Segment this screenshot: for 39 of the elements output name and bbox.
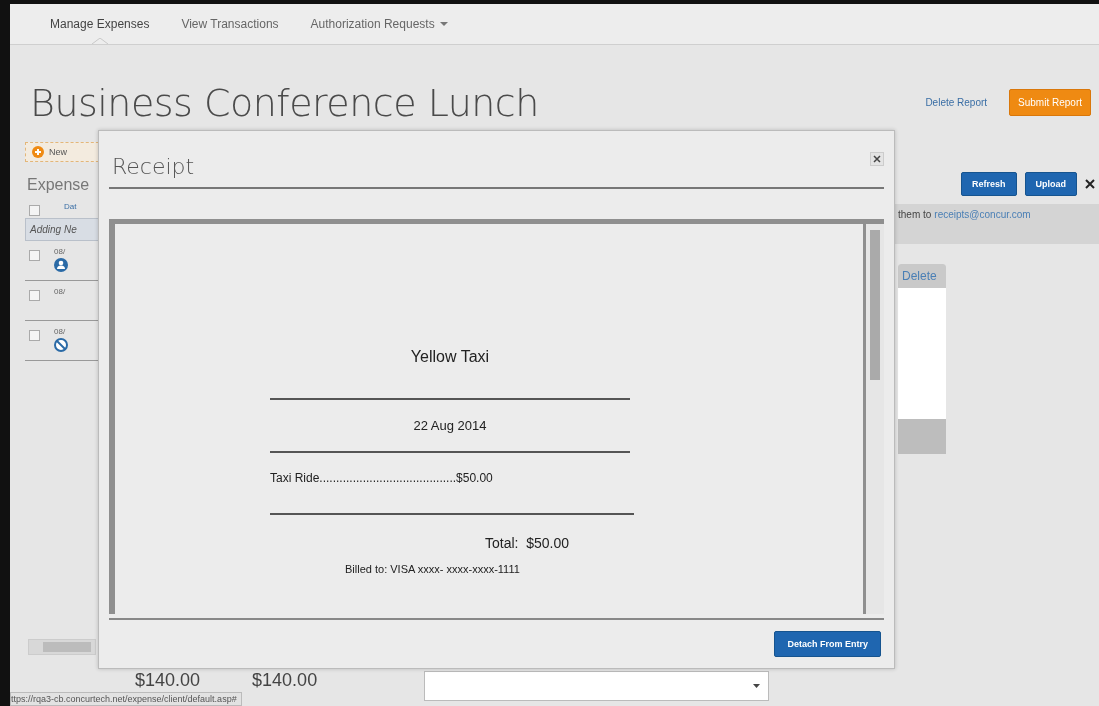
person-icon [54, 258, 68, 272]
close-icon [873, 155, 881, 163]
dialog-title: Receipt [112, 153, 195, 179]
nav-tab[interactable]: Manage Expenses [50, 4, 150, 44]
column-header[interactable]: Dat [64, 202, 77, 216]
date-text: 08/ [54, 247, 67, 256]
panel-button[interactable]: Upload [1024, 172, 1077, 196]
close-icon [1085, 179, 1095, 189]
line-item: Taxi Ride.........................................$50.00 [270, 471, 493, 485]
receipt-date: 22 Aug 2014 [412, 418, 488, 433]
horizontal-scrollbar[interactable] [28, 639, 96, 655]
row-checkbox[interactable] [29, 290, 40, 301]
panel-button[interactable]: Refresh [961, 172, 1017, 196]
detach-button[interactable]: Detach From Entry [774, 631, 881, 657]
report-title: Business Conference Lunch [30, 80, 540, 125]
close-button[interactable] [870, 152, 884, 166]
blocked-icon [54, 338, 68, 352]
total-amount: $140.00 [252, 671, 318, 689]
total-amount: $140.00 [135, 671, 201, 689]
billed-to-text: Billed to: VISA xxxx- xxxx-xxxx-1111 [344, 563, 520, 575]
section-heading: Expense [27, 176, 91, 194]
nav-tab[interactable]: View Transactions [181, 4, 279, 44]
status-url: ttps://rqa3-cb.concurtech.net/expense/client/default.asp# [10, 692, 242, 706]
email-link[interactable]: receipts@concur.com [934, 209, 1031, 244]
plus-icon [32, 146, 44, 158]
nav-tab[interactable]: Authorization Requests [310, 4, 448, 44]
info-text: them to [898, 209, 932, 222]
caret-icon [753, 684, 761, 688]
row-checkbox[interactable] [29, 330, 40, 341]
panel-footer [898, 419, 946, 454]
select-all-checkbox[interactable] [29, 205, 40, 216]
merchant-name: Yellow Taxi [409, 348, 491, 366]
delete-report-link[interactable]: Delete Report [925, 97, 988, 108]
row-checkbox[interactable] [29, 250, 40, 261]
category-dropdown[interactable] [424, 671, 770, 701]
date-text: 08/ [54, 287, 66, 296]
date-text: 08/ [54, 327, 67, 336]
receipt-total: Total: $50.00 [484, 535, 570, 551]
scrollbar[interactable] [863, 224, 884, 614]
